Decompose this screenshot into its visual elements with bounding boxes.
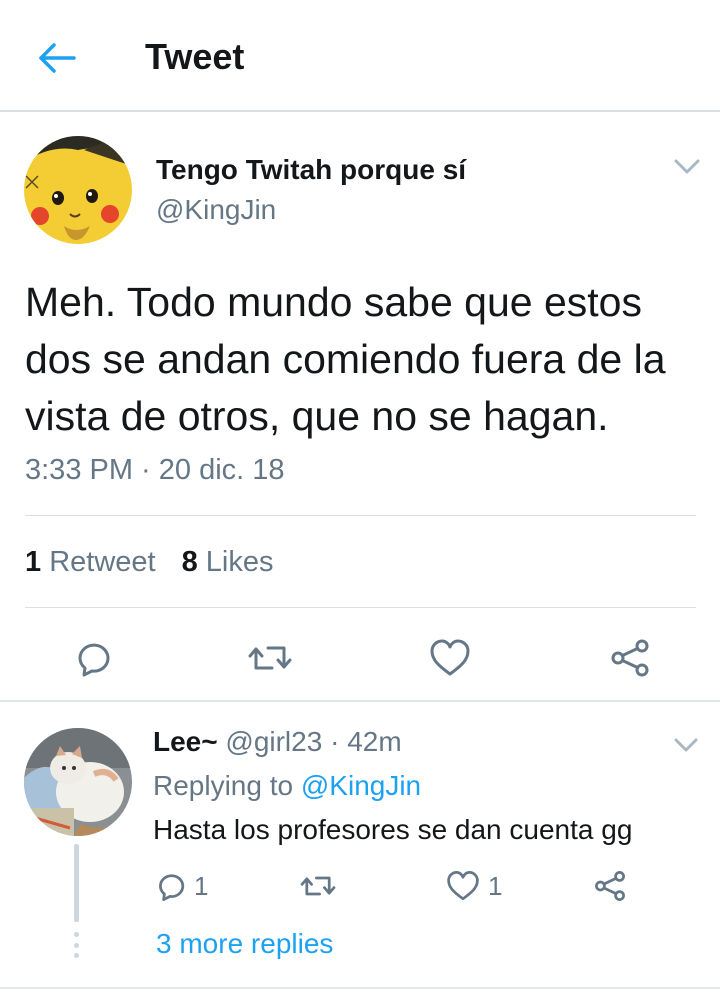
like-button[interactable] <box>428 636 472 680</box>
tweet-text: Meh. Todo mundo sabe que estos dos se an… <box>25 279 666 439</box>
reply-text: Hasta los profesores se dan cuenta gg <box>153 814 633 845</box>
timestamp: 3:33 PM · 20 dic. 18 <box>25 454 285 486</box>
retweet-count: 1 <box>25 546 42 578</box>
display-name[interactable]: Tengo Twitah porque sí <box>156 154 466 186</box>
back-button[interactable] <box>34 38 78 78</box>
retweet-label: Retweet <box>49 546 156 578</box>
reply-header: Lee~ @girl23 · 42m <box>153 726 402 758</box>
share-button[interactable] <box>608 636 652 680</box>
cat-avatar <box>24 728 132 836</box>
handle[interactable]: @KingJin <box>156 194 276 226</box>
like-count: 8 <box>181 546 198 578</box>
reply-icon <box>159 874 185 901</box>
replying-to: Replying to @KingJin <box>153 770 421 802</box>
like-icon <box>430 639 470 676</box>
reply-retweet-button[interactable] <box>300 868 336 904</box>
reply-count: 1 <box>194 870 209 901</box>
reply-icon <box>78 643 110 677</box>
reply-display-name[interactable]: Lee~ <box>153 726 218 757</box>
reply-like-button[interactable]: 1 <box>446 868 502 904</box>
avatar[interactable] <box>24 136 132 244</box>
reply-time: 42m <box>347 726 402 757</box>
reply-menu-button[interactable] <box>672 734 700 756</box>
more-replies-link[interactable]: 3 more replies <box>156 928 333 960</box>
mention-link[interactable]: @KingJin <box>301 770 421 801</box>
retweet-stat[interactable]: 1 Retweet <box>25 546 156 579</box>
replying-prefix: Replying to <box>153 770 294 801</box>
top-bar: Tweet <box>0 0 720 112</box>
share-icon <box>595 871 625 901</box>
arrow-left-icon <box>39 43 76 73</box>
share-icon <box>611 639 649 677</box>
reply-like-count: 1 <box>488 870 503 901</box>
reply-button[interactable] <box>70 636 114 680</box>
chevron-down-icon <box>674 738 698 752</box>
retweet-icon <box>300 876 336 896</box>
reply-tweet[interactable]: Lee~ @girl23 · 42m Replying to @KingJin … <box>0 704 720 989</box>
main-tweet: Tengo Twitah porque sí @KingJin Meh. Tod… <box>0 114 720 702</box>
likes-stat[interactable]: 8 Likes <box>182 546 274 579</box>
divider <box>25 607 696 608</box>
thread-dots <box>74 932 79 958</box>
retweet-button[interactable] <box>248 636 292 680</box>
divider <box>25 515 696 516</box>
reply-share-button[interactable] <box>594 868 626 904</box>
chevron-down-icon <box>674 159 700 174</box>
reply-reply-button[interactable]: 1 <box>154 868 208 904</box>
thread-line <box>74 844 79 922</box>
page-title: Tweet <box>145 36 245 77</box>
avatar[interactable] <box>24 728 132 836</box>
pikachu-avatar <box>24 136 132 244</box>
separator-dot: · <box>330 726 340 757</box>
tweet-stats: 1 Retweet 8 Likes <box>25 546 274 579</box>
retweet-icon <box>248 646 292 670</box>
likes-label: Likes <box>205 546 274 578</box>
tweet-menu-button[interactable] <box>672 154 702 178</box>
reply-handle[interactable]: @girl23 <box>225 726 322 757</box>
like-icon <box>447 871 479 901</box>
